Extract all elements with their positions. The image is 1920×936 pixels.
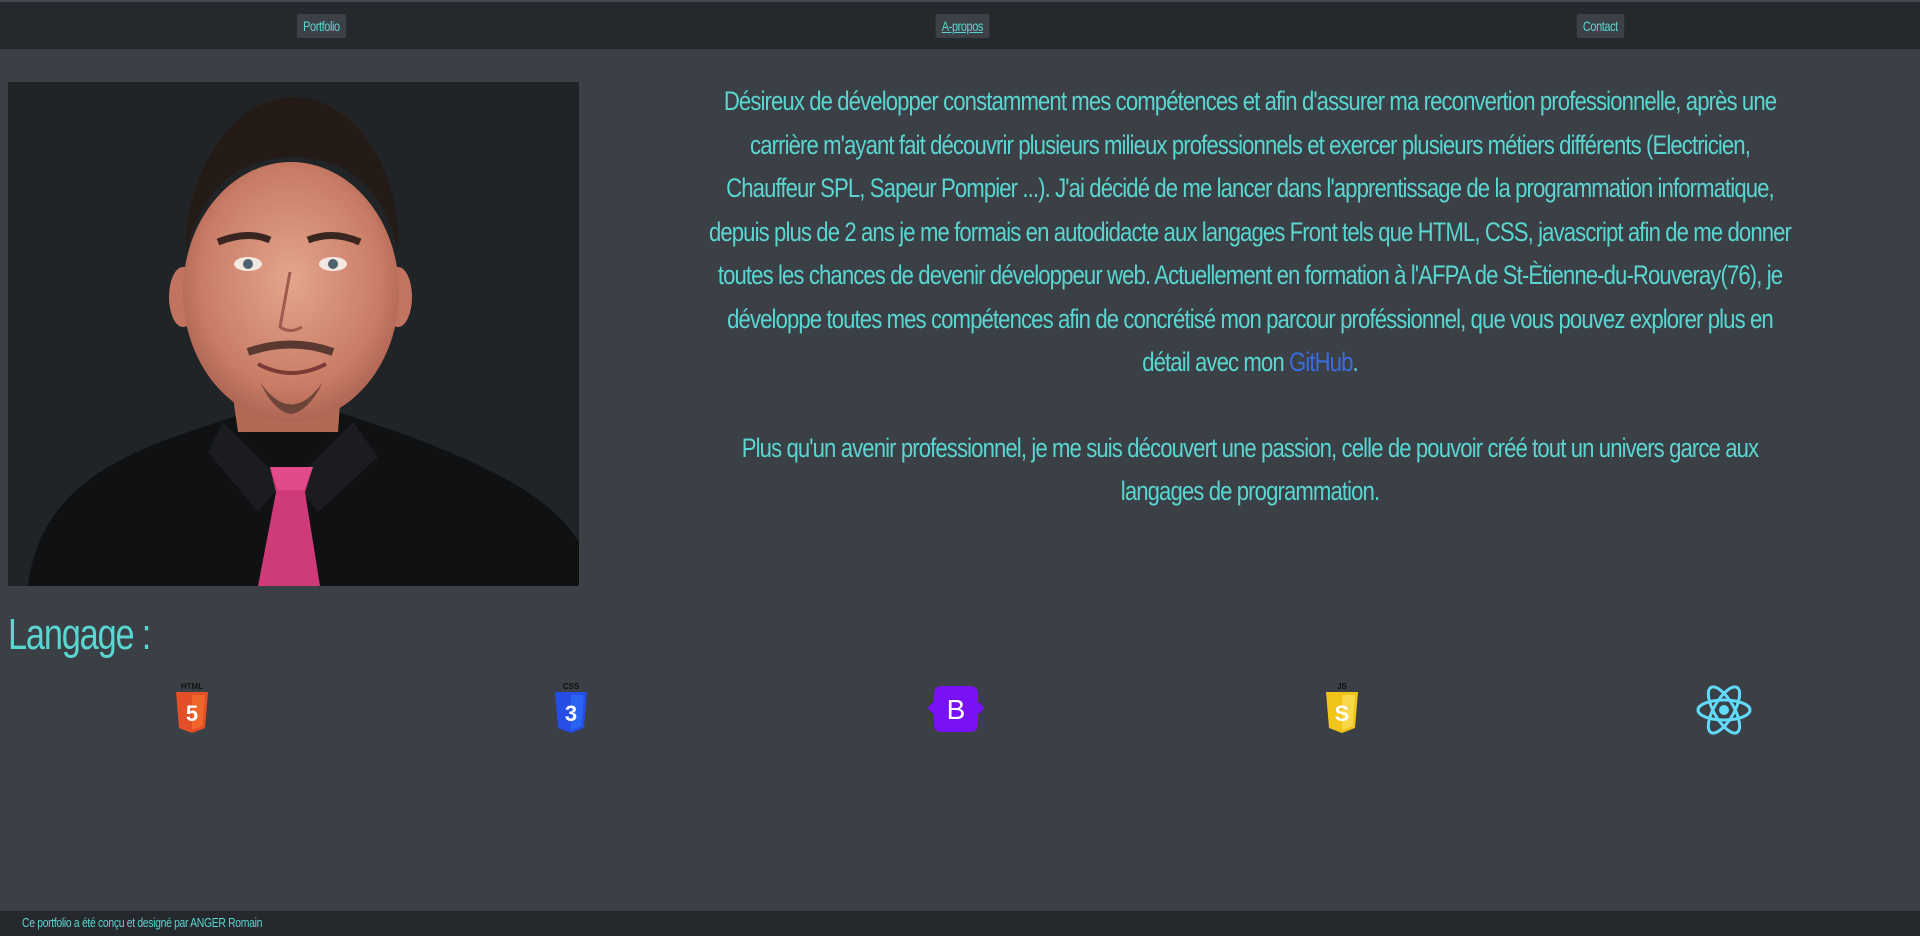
bootstrap-icon: B — [924, 680, 988, 740]
profile-photo — [8, 82, 579, 586]
footer: Ce portfolio a été conçu et designé par … — [0, 911, 1920, 936]
css3-icon: CSS 3 — [539, 680, 603, 740]
bootstrap-glyph: B — [947, 694, 966, 725]
nav-contact-link[interactable]: Contact — [1576, 14, 1625, 38]
top-navigation-bar: Portfolio A-propos Contact — [0, 0, 1920, 49]
portrait-illustration — [8, 82, 579, 586]
css3-glyph: 3 — [565, 701, 577, 726]
about-paragraph-1-end: . — [1352, 347, 1359, 377]
about-text: Désireux de développer constamment mes c… — [585, 80, 1915, 514]
css3-caption: CSS — [563, 682, 580, 691]
react-icon — [1692, 680, 1756, 740]
javascript-glyph: S — [1335, 701, 1350, 726]
languages-title: Langage : — [8, 610, 151, 659]
javascript-icon: JS S — [1310, 680, 1374, 740]
about-paragraph-1: Désireux de développer constamment mes c… — [705, 80, 1796, 385]
about-paragraph-2: Plus qu'un avenir professionnel, je me s… — [741, 432, 1759, 507]
github-link[interactable]: GitHub — [1289, 347, 1353, 377]
about-paragraph-1-text: Désireux de développer constamment mes c… — [708, 86, 1792, 377]
html5-icon: HTML 5 — [160, 680, 224, 740]
nav-apropos-link[interactable]: A-propos — [935, 14, 990, 38]
footer-credit: Ce portfolio a été conçu et designé par … — [22, 915, 263, 930]
javascript-caption: JS — [1337, 682, 1347, 691]
nav-portfolio-link[interactable]: Portfolio — [296, 14, 346, 38]
html5-caption: HTML — [181, 682, 203, 691]
html5-glyph: 5 — [186, 701, 198, 726]
